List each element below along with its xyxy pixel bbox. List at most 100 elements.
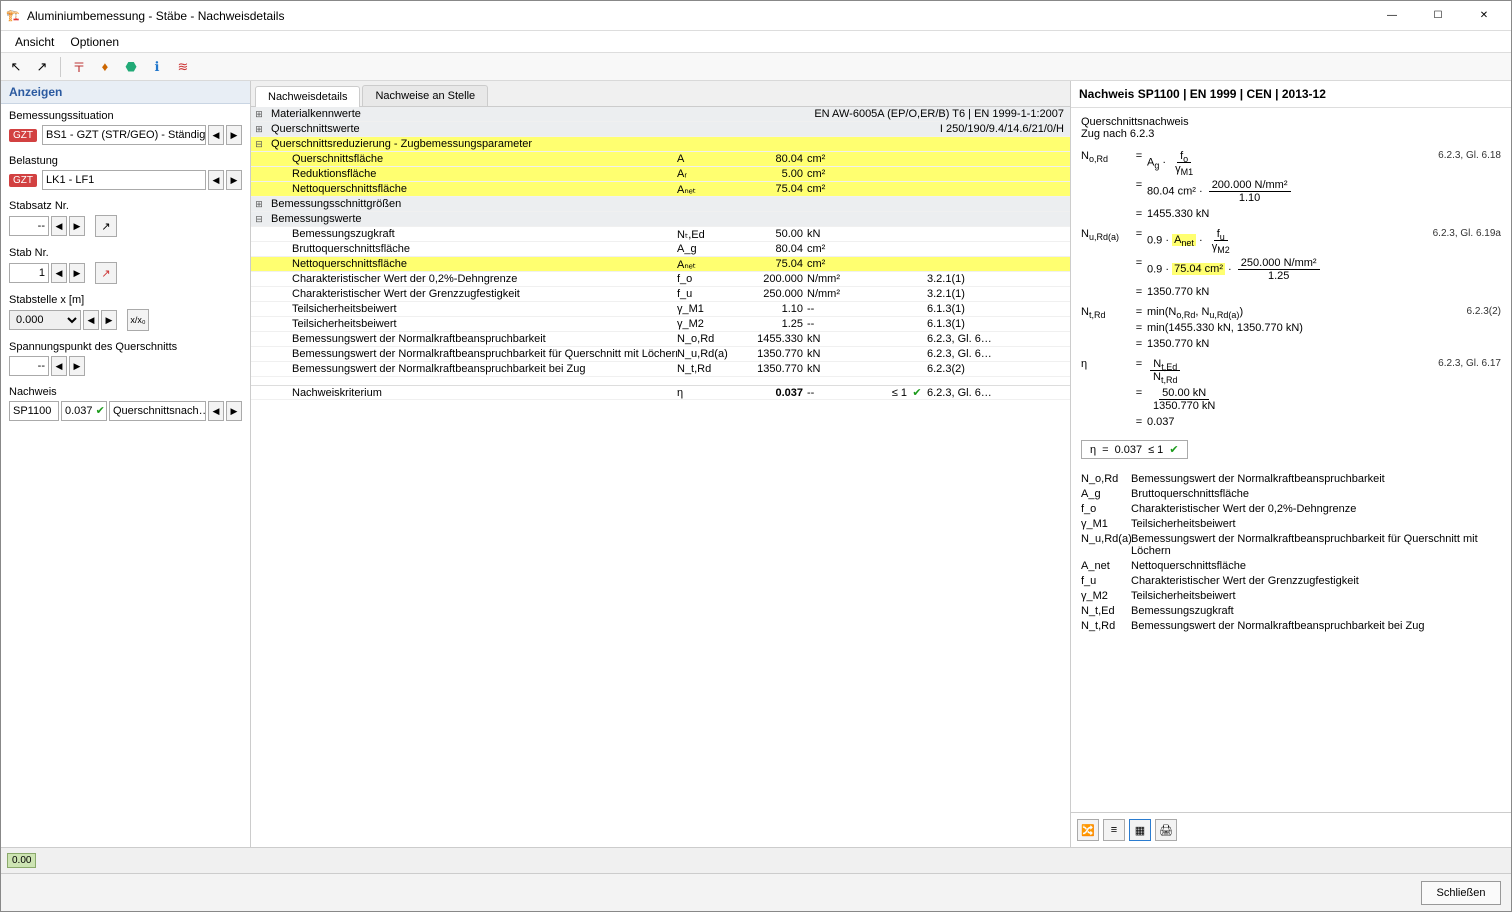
statusbar: 0.00 [1, 847, 1511, 873]
step-next-icon[interactable]: ▶ [69, 216, 85, 236]
table-row[interactable]: Charakteristischer Wert der Grenzzugfest… [251, 287, 1070, 302]
design-situation-select[interactable]: BS1 - GZT (STR/GEO) - Ständig … [42, 125, 206, 145]
titlebar: 🏗️ Aluminiumbemessung - Stäbe - Nachweis… [1, 1, 1511, 31]
row-section[interactable]: ⊞ Querschnittswerte I 250/190/9.4/14.6/2… [251, 122, 1070, 137]
expand-icon[interactable]: ⊞ [251, 124, 267, 135]
stress-point-label: Spannungspunkt des Querschnitts [9, 341, 242, 353]
legend-row: f_uCharakteristischer Wert der Grenzzugf… [1081, 575, 1501, 587]
minimize-button[interactable]: — [1369, 2, 1415, 30]
check-ok-icon: ✔ [907, 386, 927, 399]
step-next-icon[interactable]: ▶ [226, 401, 242, 421]
table-row[interactable]: BruttoquerschnittsflächeA_g80.04cm² [251, 242, 1070, 257]
step-next-icon[interactable]: ▶ [226, 170, 242, 190]
result-table-icon[interactable]: ▦ [1129, 819, 1151, 841]
close-dialog-button[interactable]: Schließen [1421, 881, 1501, 905]
table-row[interactable]: NettoquerschnittsflächeAₙₑₜ75.04cm² [251, 182, 1070, 197]
collapse-icon[interactable]: ⊟ [251, 214, 267, 225]
legend-row: A_gBruttoquerschnittsfläche [1081, 488, 1501, 500]
window-title: Aluminiumbemessung - Stäbe - Nachweisdet… [27, 9, 1369, 23]
check-ok-icon: ✔ [1169, 443, 1178, 456]
row-internal[interactable]: ⊞ Bemessungsschnittgrößen [251, 197, 1070, 212]
menu-view[interactable]: Ansicht [7, 33, 62, 51]
pick-member-set-icon[interactable]: ↗ [95, 215, 117, 237]
table-row[interactable]: QuerschnittsflächeA80.04cm² [251, 152, 1070, 167]
table-row[interactable]: Teilsicherheitsbeiwertγ_M11.10--6.1.3(1) [251, 302, 1070, 317]
stress-point-input[interactable] [9, 356, 49, 376]
legend-row: N_t,RdBemessungswert der Normalkraftbean… [1081, 620, 1501, 632]
tab-at-location[interactable]: Nachweise an Stelle [362, 85, 488, 106]
toolbar-nav-next-icon[interactable]: ↗ [31, 56, 53, 78]
table-row[interactable]: Bemessungswert der Normalkraftbeanspruch… [251, 347, 1070, 362]
member-input[interactable] [9, 263, 49, 283]
table-row[interactable]: BemessungszugkraftNₜ,Ed50.00kN [251, 227, 1070, 242]
step-next-icon[interactable]: ▶ [69, 263, 85, 283]
table-row[interactable]: NettoquerschnittsflächeAₙₑₜ75.04cm² [251, 257, 1070, 272]
step-prev-icon[interactable]: ◀ [51, 356, 67, 376]
menu-options[interactable]: Optionen [62, 33, 127, 51]
step-next-icon[interactable]: ▶ [101, 310, 117, 330]
check-text[interactable]: Querschnittsnach… [109, 401, 206, 421]
result-print-icon[interactable]: 🖨 [1155, 819, 1177, 841]
step-prev-icon[interactable]: ◀ [208, 170, 224, 190]
loading-label: Belastung [9, 155, 242, 167]
step-next-icon[interactable]: ▶ [226, 125, 242, 145]
step-prev-icon[interactable]: ◀ [51, 263, 67, 283]
row-criterion[interactable]: Nachweiskriterium η 0.037 -- ≤ 1 ✔ 6.2.3… [251, 385, 1070, 400]
check-id[interactable]: SP1100 [9, 401, 59, 421]
location-select[interactable]: 0.000 [9, 310, 81, 330]
precision-badge[interactable]: 0.00 [7, 853, 36, 868]
table-row[interactable]: Bemessungswert der Normalkraftbeanspruch… [251, 362, 1070, 377]
toolbar-info-icon[interactable]: ℹ [146, 56, 168, 78]
step-prev-icon[interactable]: ◀ [208, 401, 224, 421]
member-set-label: Stabsatz Nr. [9, 200, 242, 212]
result-list-icon[interactable]: ≡ [1103, 819, 1125, 841]
step-prev-icon[interactable]: ◀ [208, 125, 224, 145]
result-box: η= 0.037 ≤ 1 ✔ [1081, 440, 1188, 459]
result-nav-icon[interactable]: 🔀 [1077, 819, 1099, 841]
right-sub2: Zug nach 6.2.3 [1081, 128, 1501, 140]
app-icon: 🏗️ [5, 8, 21, 24]
details-grid[interactable]: ⊞ Materialkennwerte EN AW-6005A (EP/O,ER… [251, 107, 1070, 847]
legend-row: N_o,RdBemessungswert der Normalkraftbean… [1081, 473, 1501, 485]
loading-select[interactable]: LK1 - LF1 [42, 170, 206, 190]
step-prev-icon[interactable]: ◀ [83, 310, 99, 330]
sidebar: Anzeigen Bemessungssituation GZT BS1 - G… [1, 81, 251, 847]
toolbar-nav-prev-icon[interactable]: ↖ [5, 56, 27, 78]
legend-row: A_netNettoquerschnittsfläche [1081, 560, 1501, 572]
member-label: Stab Nr. [9, 247, 242, 259]
table-row[interactable]: ReduktionsflächeAᵣ5.00cm² [251, 167, 1070, 182]
step-next-icon[interactable]: ▶ [69, 356, 85, 376]
sidebar-header: Anzeigen [1, 81, 250, 104]
toolbar-filter-icon[interactable]: ♦ [94, 56, 116, 78]
row-values-header[interactable]: ⊟ Bemessungswerte [251, 212, 1070, 227]
legend-row: N_t,EdBemessungszugkraft [1081, 605, 1501, 617]
expand-icon[interactable]: ⊞ [251, 199, 267, 210]
check-label: Nachweis [9, 386, 242, 398]
row-reduction-header[interactable]: ⊟ Querschnittsreduzierung - Zugbemessung… [251, 137, 1070, 152]
table-row[interactable]: Charakteristischer Wert der 0,2%-Dehngre… [251, 272, 1070, 287]
expand-icon[interactable]: ⊞ [251, 109, 267, 120]
uls-badge: GZT [9, 174, 37, 187]
close-button[interactable]: ✕ [1461, 2, 1507, 30]
legend-row: γ_M1Teilsicherheitsbeiwert [1081, 518, 1501, 530]
menubar: Ansicht Optionen [1, 31, 1511, 53]
right-title: Nachweis SP1100 | EN 1999 | CEN | 2013-1… [1071, 81, 1511, 108]
check-ratio: 0.037 ✔ [61, 401, 107, 421]
table-row[interactable]: Teilsicherheitsbeiwertγ_M21.25--6.1.3(1) [251, 317, 1070, 332]
pick-member-icon[interactable]: ↗ [95, 262, 117, 284]
toolbar-colors-icon[interactable]: ⬣ [120, 56, 142, 78]
member-set-input[interactable] [9, 216, 49, 236]
uls-badge: GZT [9, 129, 37, 142]
legend-row: N_u,Rd(a)Bemessungswert der Normalkraftb… [1081, 533, 1501, 557]
toolbar-settings-icon[interactable]: ≋ [172, 56, 194, 78]
location-xx0-icon[interactable]: x/x₀ [127, 309, 149, 331]
legend-row: γ_M2Teilsicherheitsbeiwert [1081, 590, 1501, 602]
step-prev-icon[interactable]: ◀ [51, 216, 67, 236]
toolbar-cs-icon[interactable]: 〒 [68, 56, 90, 78]
row-material[interactable]: ⊞ Materialkennwerte EN AW-6005A (EP/O,ER… [251, 107, 1070, 122]
maximize-button[interactable]: ☐ [1415, 2, 1461, 30]
table-row[interactable]: Bemessungswert der Normalkraftbeanspruch… [251, 332, 1070, 347]
collapse-icon[interactable]: ⊟ [251, 139, 267, 150]
legend-row: f_oCharakteristischer Wert der 0,2%-Dehn… [1081, 503, 1501, 515]
tab-details[interactable]: Nachweisdetails [255, 86, 360, 107]
